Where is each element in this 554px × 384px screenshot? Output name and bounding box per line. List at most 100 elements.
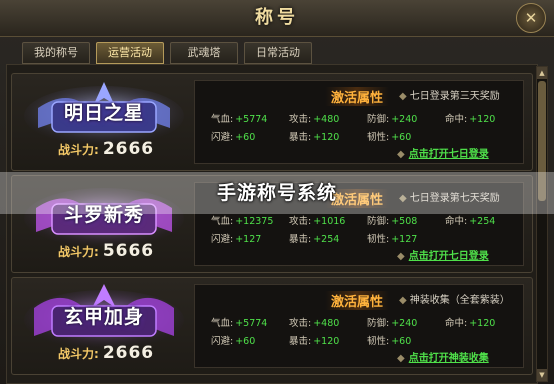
- stat-value: +254: [313, 234, 340, 245]
- stat-label: 韧性:: [367, 336, 390, 347]
- stat-value: +240: [391, 114, 418, 125]
- title-source: ◆ 七日登录第三天奖励: [399, 87, 500, 102]
- open-event-link-text: 点击打开神装收集: [408, 353, 489, 364]
- stat-label: 闪避:: [211, 234, 234, 245]
- stats-grid: 气血: +5774 攻击: +480 防御: +240 命中: +120 闪避: +60 …: [211, 111, 511, 143]
- stat-crit: 暴击: +120: [289, 129, 367, 143]
- combat-power-label: 战斗力:: [58, 143, 99, 157]
- open-event-link[interactable]: ◆ 点击打开七日登录: [397, 145, 489, 160]
- tab-daily-events[interactable]: 日常活动: [244, 42, 312, 64]
- stat-label: 韧性:: [367, 234, 390, 245]
- title-source-text: 神装收集（全套紫装）: [409, 295, 510, 306]
- stat-value: +120: [313, 336, 340, 347]
- combat-power-value: 5666: [102, 241, 155, 261]
- activate-attributes-label: 激活属性: [325, 87, 390, 106]
- stat-label: 气血:: [211, 114, 234, 125]
- stat-value: +254: [469, 216, 496, 227]
- stat-value: +508: [391, 216, 418, 227]
- stat-value: +60: [391, 336, 412, 347]
- diamond-icon: ◆: [399, 295, 407, 306]
- stats-grid: 气血: +5774 攻击: +480 防御: +240 命中: +120 闪避: +60 …: [211, 315, 511, 347]
- title-emblem: 明日之星 战斗力: 2666: [18, 78, 190, 164]
- stat-value: +1016: [313, 216, 346, 227]
- window-title: 称号: [255, 7, 299, 28]
- stat-label: 闪避:: [211, 132, 234, 143]
- stat-label: 防御:: [367, 114, 390, 125]
- stat-label: 气血:: [211, 318, 234, 329]
- title-source: ◆ 神装收集（全套紫装）: [399, 291, 510, 306]
- title-item: 玄甲加身 战斗力: 2666 激活属性 ◆ 神装收集（全套紫装） 气血: +5774 …: [11, 277, 533, 375]
- combat-power-value: 2666: [102, 343, 155, 363]
- open-event-link-text: 点击打开七日登录: [408, 149, 489, 160]
- stats-panel: 激活属性 ◆ 神装收集（全套紫装） 气血: +5774 攻击: +480 防御: +24…: [194, 284, 524, 368]
- stat-label: 防御:: [367, 216, 390, 227]
- close-icon: ✕: [524, 9, 538, 27]
- stat-tough: 韧性: +60: [367, 129, 445, 143]
- stat-def: 防御: +240: [367, 315, 445, 329]
- stat-value: +60: [391, 132, 412, 143]
- stat-label: 暴击:: [289, 234, 312, 245]
- stat-value: +120: [469, 114, 496, 125]
- stat-hp: 气血: +5774: [211, 111, 289, 125]
- scroll-down-icon[interactable]: ▼: [537, 369, 547, 381]
- stat-label: 攻击:: [289, 114, 312, 125]
- combat-power-value: 2666: [102, 139, 155, 159]
- tab-bar: 我的称号 运营活动 武魂塔 日常活动: [22, 42, 312, 64]
- title-emblem: 玄甲加身 战斗力: 2666: [18, 282, 190, 368]
- stat-label: 闪避:: [211, 336, 234, 347]
- diamond-icon: ◆: [397, 251, 405, 262]
- stat-atk: 攻击: +1016: [289, 213, 367, 227]
- combat-power: 战斗力: 2666: [58, 343, 154, 363]
- open-event-link-text: 点击打开七日登录: [408, 251, 489, 262]
- stat-atk: 攻击: +480: [289, 315, 367, 329]
- tab-operation-events[interactable]: 运营活动: [96, 42, 164, 64]
- diamond-icon: ◆: [399, 91, 407, 102]
- tab-soul-tower[interactable]: 武魂塔: [170, 42, 238, 64]
- title-source-text: 七日登录第三天奖励: [409, 91, 500, 102]
- stat-crit: 暴击: +120: [289, 333, 367, 347]
- stat-hit: 命中: +120: [445, 111, 515, 125]
- scroll-up-icon[interactable]: ▲: [537, 67, 547, 79]
- title-list: 明日之星 战斗力: 2666 激活属性 ◆ 七日登录第三天奖励 气血: +5774 攻…: [6, 64, 538, 384]
- stat-def: 防御: +240: [367, 111, 445, 125]
- diamond-icon: ◆: [397, 353, 405, 364]
- stat-label: 命中:: [445, 114, 468, 125]
- stat-value: +60: [235, 336, 256, 347]
- tab-my-titles[interactable]: 我的称号: [22, 42, 90, 64]
- stat-value: +60: [235, 132, 256, 143]
- combat-power: 战斗力: 5666: [58, 241, 154, 261]
- stat-hp: 气血: +12375: [211, 213, 289, 227]
- stat-label: 命中:: [445, 318, 468, 329]
- title-window: 称号 ✕ 我的称号 运营活动 武魂塔 日常活动 明日之星 战斗力: 2666 激…: [0, 0, 554, 384]
- title-item: 明日之星 战斗力: 2666 激活属性 ◆ 七日登录第三天奖励 气血: +5774 攻…: [11, 73, 533, 171]
- combat-power-label: 战斗力:: [58, 347, 99, 361]
- stats-grid: 气血: +12375 攻击: +1016 防御: +508 命中: +254 闪避: +1…: [211, 213, 511, 245]
- stat-value: +120: [469, 318, 496, 329]
- stat-label: 韧性:: [367, 132, 390, 143]
- open-event-link[interactable]: ◆ 点击打开神装收集: [397, 349, 489, 364]
- stat-label: 暴击:: [289, 132, 312, 143]
- title-name: 明日之星: [63, 102, 144, 124]
- stat-value: +120: [313, 132, 340, 143]
- close-button[interactable]: ✕: [516, 3, 546, 33]
- stat-label: 攻击:: [289, 318, 312, 329]
- stat-dodge: 闪避: +60: [211, 333, 289, 347]
- combat-power-label: 战斗力:: [58, 245, 99, 259]
- stat-label: 暴击:: [289, 336, 312, 347]
- stat-value: +240: [391, 318, 418, 329]
- list-scrollbar[interactable]: ▲ ▼: [536, 66, 548, 382]
- stat-atk: 攻击: +480: [289, 111, 367, 125]
- stat-value: +12375: [235, 216, 274, 227]
- stat-dodge: 闪避: +127: [211, 231, 289, 245]
- combat-power: 战斗力: 2666: [58, 139, 154, 159]
- open-event-link[interactable]: ◆ 点击打开七日登录: [397, 247, 489, 262]
- stat-label: 防御:: [367, 318, 390, 329]
- stat-value: +480: [313, 318, 340, 329]
- stat-value: +127: [391, 234, 418, 245]
- stat-hit: 命中: +254: [445, 213, 515, 227]
- stat-tough: 韧性: +60: [367, 333, 445, 347]
- stat-hp: 气血: +5774: [211, 315, 289, 329]
- stat-hit: 命中: +120: [445, 315, 515, 329]
- caption-text: 手游称号系统: [216, 182, 337, 204]
- title-name: 玄甲加身: [63, 306, 144, 328]
